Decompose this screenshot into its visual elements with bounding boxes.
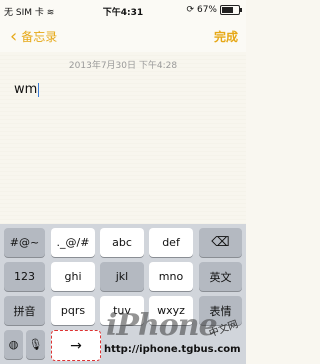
mic-key[interactable]: 🎙 [26,330,45,359]
battery-status: ⟳ 67% [186,5,242,15]
lock-rotation-icon: ⟳ [186,5,194,15]
back-button[interactable]: ‹ 备忘录 [10,25,57,47]
key-pqrs[interactable]: pqrs [51,296,95,325]
done-button[interactable]: 完成 [214,28,238,45]
key-symbols[interactable]: #@~ [4,228,45,257]
key-wxyz[interactable]: wxyz [149,296,193,325]
note-editor[interactable]: 2013年7月30日 下午4:28 wm [0,52,246,224]
key-english[interactable]: 英文 [199,262,242,291]
note-text[interactable]: wm [14,82,40,97]
key-abc[interactable]: abc [100,228,144,257]
key-def[interactable]: def [149,228,193,257]
key-ghi[interactable]: ghi [51,262,95,291]
backspace-key[interactable]: ⌫ [199,228,242,257]
text-caret [38,82,40,97]
return-key[interactable]: → [51,330,101,361]
key-123[interactable]: 123 [4,262,45,291]
backspace-icon: ⌫ [211,235,230,250]
globe-icon: ◍ [8,338,19,351]
key-emoji[interactable]: 表情 [199,296,242,325]
chevron-left-icon: ‹ [10,25,18,47]
key-tuv[interactable]: tuv [100,296,144,325]
mic-icon: 🎙 [28,338,43,351]
note-date: 2013年7月30日 下午4:28 [68,61,178,71]
nav-bar: ‹ 备忘录 完成 [0,20,246,52]
status-bar: 无 SIM 卡 ≋ 下午4:31 ⟳ 67% [0,0,246,20]
battery-icon [220,5,242,15]
key-punct[interactable]: ._@/# [51,228,95,257]
key-pinyin[interactable]: 拼音 [4,296,45,325]
key-jkl[interactable]: jkl [100,262,144,291]
arrow-right-icon: → [70,337,82,354]
globe-key[interactable]: ◍ [4,330,23,359]
key-mno[interactable]: mno [149,262,193,291]
keyboard: #@~ ._@/# abc def ⌫ 123 ghi jkl mno 英文 拼… [0,224,246,364]
